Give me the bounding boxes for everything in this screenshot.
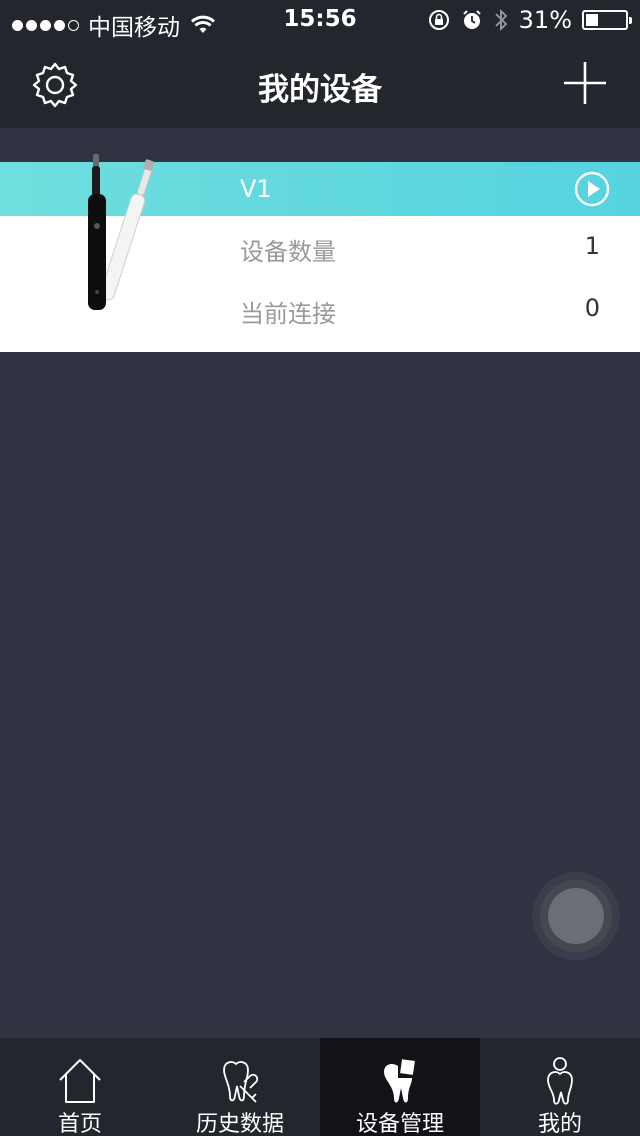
tooth-device-icon — [384, 1059, 415, 1103]
bluetooth-icon — [495, 8, 507, 32]
device-count-row: 设备数量 1 — [240, 232, 600, 267]
tab-history-label: 历史数据 — [195, 1112, 284, 1136]
tab-home-label: 首页 — [57, 1112, 102, 1136]
rotation-lock-icon — [428, 10, 449, 30]
current-connection-row: 当前连接 0 — [240, 294, 600, 329]
tab-home[interactable]: 首页 — [0, 1038, 160, 1136]
device-name: V1 — [240, 175, 272, 203]
battery-fill — [586, 14, 598, 26]
toothbrush-image — [88, 154, 154, 310]
tab-device-management[interactable]: 设备管理 — [320, 1038, 480, 1136]
page-title: 我的设备 — [258, 72, 382, 108]
device-card[interactable]: V1 设备数量 1 当前连接 0 — [0, 154, 640, 352]
add-device-plus-icon[interactable] — [562, 60, 608, 106]
tab-device-management-label: 设备管理 — [355, 1112, 444, 1136]
status-bar: 中国移动 15:56 31% — [0, 0, 640, 41]
device-count-value: 1 — [584, 232, 600, 260]
tooth-history-icon — [223, 1061, 259, 1103]
battery-percentage: 31% — [518, 6, 572, 34]
current-connection-value: 0 — [584, 294, 600, 322]
tooth-user-icon — [547, 1057, 573, 1105]
assistive-touch-core — [548, 888, 604, 944]
battery-icon — [582, 10, 632, 30]
play-circle-icon[interactable] — [574, 171, 610, 207]
current-connection-label: 当前连接 — [240, 300, 336, 328]
tab-bar: 首页 历史数据 设备管理 我的 — [0, 1038, 640, 1136]
tab-history[interactable]: 历史数据 — [160, 1038, 320, 1136]
home-icon — [59, 1059, 101, 1103]
alarm-icon — [462, 10, 481, 29]
device-count-label: 设备数量 — [240, 238, 336, 266]
tab-profile-label: 我的 — [537, 1112, 582, 1136]
tab-profile[interactable]: 我的 — [480, 1038, 640, 1136]
navigation-bar: 我的设备 — [0, 40, 640, 128]
assistive-touch-button[interactable] — [516, 856, 636, 976]
